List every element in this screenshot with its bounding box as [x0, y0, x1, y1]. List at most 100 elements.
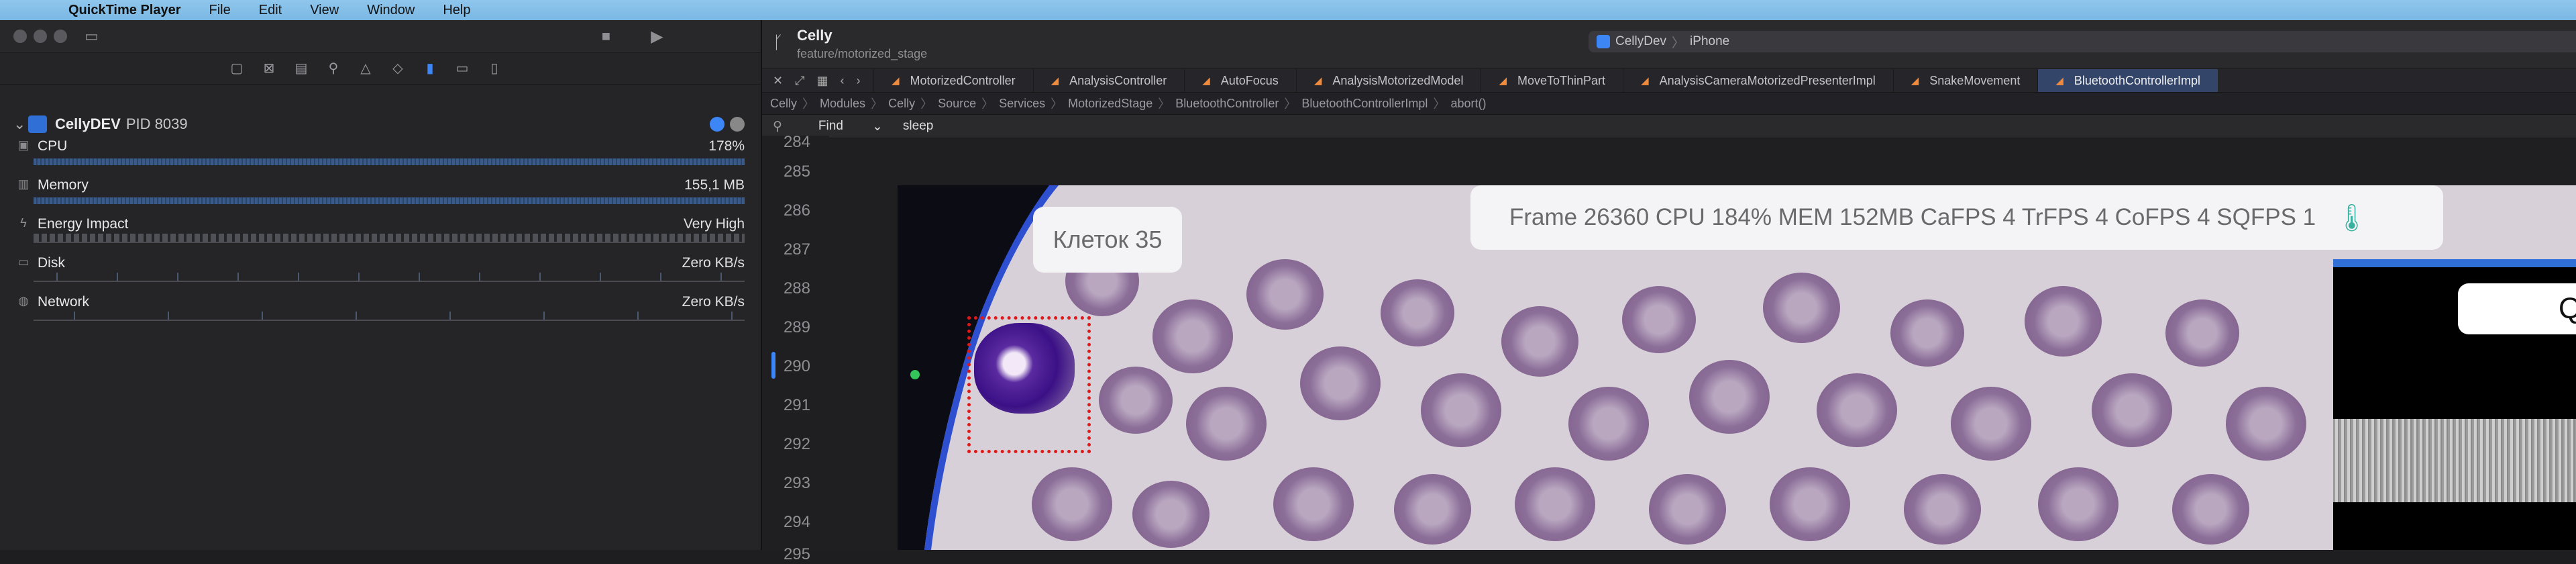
- detection-box: [967, 316, 1091, 453]
- zoom-window-button[interactable]: [54, 30, 67, 43]
- chevron-down-icon[interactable]: ⌄: [13, 115, 28, 133]
- network-icon: ◍: [18, 294, 29, 308]
- breadcrumb-item[interactable]: Modules: [820, 97, 865, 111]
- menu-help[interactable]: Help: [443, 3, 470, 18]
- menu-window[interactable]: Window: [367, 3, 415, 18]
- branch-icon: ᚴ: [773, 32, 784, 52]
- line-number: 289: [783, 318, 810, 336]
- line-number: 295: [783, 545, 810, 563]
- line-number: 294: [783, 513, 810, 531]
- swift-file-icon: ◢: [1641, 75, 1649, 87]
- tab-motorized-controller[interactable]: ◢ MotorizedController: [873, 69, 1033, 92]
- pause-icon[interactable]: [730, 117, 745, 132]
- warning-icon[interactable]: △: [357, 61, 374, 76]
- line-number: 287: [783, 240, 810, 258]
- find-input[interactable]: sleep: [903, 119, 933, 134]
- tab-move-to-thin-part[interactable]: ◢ MoveToThinPart: [1481, 69, 1623, 92]
- tab-snake-movement[interactable]: ◢ SnakeMovement: [1892, 69, 2038, 92]
- memory-icon: ▥: [17, 177, 30, 191]
- breadcrumb-item[interactable]: BluetoothController: [1175, 97, 1279, 111]
- close-icon[interactable]: ✕: [773, 74, 783, 88]
- editor-titlebar: ᚴ Celly feature/motorized_stage CellyDev…: [762, 20, 2576, 69]
- line-number-gutter: 284 285 286 287 288 289 290 291 292 293 …: [762, 133, 829, 563]
- cpu-icon: ▣: [17, 138, 30, 152]
- symbol-icon[interactable]: ▤: [292, 61, 310, 76]
- frame-stats-text: Frame 26360 CPU 184% MEM 152MB CaFPS 4 T…: [1509, 204, 2316, 230]
- line-number: 293: [783, 474, 810, 492]
- branch-name: feature/motorized_stage: [797, 47, 928, 60]
- destination-name: iPhone: [1690, 34, 1730, 48]
- tab-auto-focus[interactable]: ◢ AutoFocus: [1184, 69, 1296, 92]
- tab-analysis-controller[interactable]: ◢ AnalysisController: [1032, 69, 1185, 92]
- menu-edit[interactable]: Edit: [259, 3, 282, 18]
- process-pid: PID 8039: [125, 115, 188, 132]
- tab-analysis-motorized-model[interactable]: ◢ AnalysisMotorizedModel: [1295, 69, 1481, 92]
- chevron-right-icon[interactable]: ›: [857, 74, 861, 88]
- search-icon[interactable]: ⚲: [325, 61, 342, 76]
- find-mode-select[interactable]: Find ⌄: [818, 119, 883, 134]
- thermometer-icon: 🌡: [2334, 203, 2369, 233]
- line-number: 288: [783, 279, 810, 297]
- process-gauges: ⌄ CellyDEV PID 8039 ▣ CPU 178% ▥ Memory …: [13, 113, 745, 330]
- swift-file-icon: ◢: [1313, 75, 1322, 87]
- swift-file-icon: ◢: [892, 75, 900, 87]
- microscope-video-frame: Клеток 35 Frame 26360 CPU 184% MEM 152MB…: [898, 185, 2576, 550]
- minimize-window-button[interactable]: [34, 30, 47, 43]
- current-line-marker: [771, 352, 775, 379]
- side-panel: Q: [2333, 259, 2576, 550]
- green-status-dot: [910, 370, 920, 379]
- breadcrumb-item[interactable]: BluetoothControllerImpl: [1301, 97, 1428, 111]
- breadcrumb: Celly 〉 Modules 〉 Celly 〉 Source 〉 Services 〉…: [762, 93, 2576, 115]
- window-titlebar: ▭ ■ ▶: [0, 20, 761, 53]
- gauge-network[interactable]: ◍ Network Zero KB/s: [13, 291, 745, 330]
- energy-icon: ϟ: [20, 216, 27, 230]
- report-icon[interactable]: ▯: [486, 61, 503, 76]
- debug-navigator: ▭ ■ ▶ ▢ ⊠ ▤ ⚲ △ ◇ ▮ ▭ ▯ ⌄ CellyDEV PID 8…: [0, 20, 762, 550]
- scan-preview-strip: [2333, 419, 2576, 502]
- menu-app-name[interactable]: QuickTime Player: [68, 3, 181, 18]
- run-button[interactable]: ▶: [651, 27, 663, 46]
- process-name: CellyDEV: [55, 115, 121, 132]
- sidebar-toggle-icon[interactable]: ▭: [85, 28, 99, 45]
- breadcrumb-item[interactable]: Source: [938, 97, 976, 111]
- app-icon: [28, 115, 47, 133]
- scheme-icon: [1597, 35, 1610, 48]
- editor-tab-bar: ✕ ⤢ ▦ ‹ › ◢ MotorizedController ◢ Analysis…: [762, 69, 2576, 93]
- scheme-selector[interactable]: CellyDev 〉 iPhone: [1589, 31, 2576, 52]
- source-control-icon[interactable]: ⊠: [260, 61, 278, 76]
- gauge-memory[interactable]: ▥ Memory 155,1 MB: [13, 175, 745, 214]
- disk-icon: ▭: [17, 255, 30, 269]
- test-icon[interactable]: ◇: [389, 61, 407, 76]
- swift-file-icon: ◢: [1911, 75, 1919, 87]
- breadcrumb-item[interactable]: MotorizedStage: [1068, 97, 1152, 111]
- line-number: 292: [783, 435, 810, 453]
- line-number: 286: [783, 201, 810, 220]
- grid-icon[interactable]: ▦: [817, 74, 828, 88]
- tab-bluetooth-controller-impl[interactable]: ◢ BluetoothControllerImpl: [2037, 69, 2218, 92]
- swift-file-icon: ◢: [1202, 75, 1210, 87]
- breakpoint-icon[interactable]: ▭: [453, 61, 471, 76]
- debug-gauge-icon[interactable]: ▮: [421, 61, 439, 76]
- menu-view[interactable]: View: [310, 3, 339, 18]
- search-icon: ⚲: [773, 119, 782, 134]
- breadcrumb-item[interactable]: Celly: [888, 97, 915, 111]
- stop-button[interactable]: ■: [602, 28, 610, 45]
- gauge-cpu[interactable]: ▣ CPU 178%: [13, 136, 745, 175]
- tab-analysis-camera-presenter[interactable]: ◢ AnalysisCameraMotorizedPresenterImpl: [1623, 69, 1893, 92]
- gauge-energy[interactable]: ϟ Energy Impact Very High: [13, 214, 745, 252]
- gauge-disk[interactable]: ▭ Disk Zero KB/s: [13, 252, 745, 291]
- folder-icon[interactable]: ▢: [228, 61, 246, 76]
- breadcrumb-item[interactable]: abort(): [1450, 97, 1486, 111]
- close-window-button[interactable]: [13, 30, 27, 43]
- chevron-left-icon[interactable]: ‹: [841, 74, 845, 88]
- breadcrumb-item[interactable]: Services: [999, 97, 1045, 111]
- expand-icon[interactable]: ⤢: [795, 74, 804, 88]
- side-panel-label[interactable]: Q: [2458, 283, 2576, 334]
- breadcrumb-item[interactable]: Celly: [770, 97, 797, 111]
- project-name: Celly: [797, 27, 833, 44]
- process-row[interactable]: ⌄ CellyDEV PID 8039: [13, 113, 745, 136]
- line-number: 290: [783, 357, 810, 375]
- menu-file[interactable]: File: [209, 3, 231, 18]
- swift-file-icon: ◢: [1051, 75, 1059, 87]
- info-icon[interactable]: [710, 117, 724, 132]
